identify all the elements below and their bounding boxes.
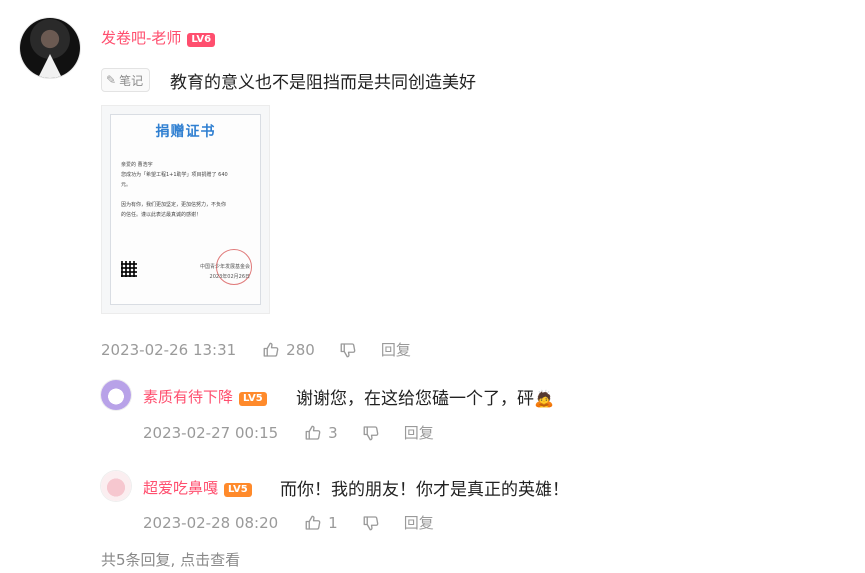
like-count: 3: [328, 423, 338, 442]
reply-time: 2023-02-28 08:20: [143, 513, 279, 532]
reply-author[interactable]: 素质有待下降 LV5: [143, 386, 267, 407]
reply-text: 谢谢您，在这给您磕一个了，砰🙇: [296, 384, 554, 409]
certificate-date: 2023年02月26日: [209, 274, 250, 280]
thumbs-down-icon[interactable]: [362, 514, 380, 532]
certificate-line: 亲爱的 曹浩宇: [121, 162, 153, 168]
avatar[interactable]: [101, 471, 131, 501]
thumbs-up-icon: [304, 514, 322, 532]
comment-text: 教育的意义也不是阻挡而是共同创造美好: [170, 73, 476, 93]
reply-time: 2023-02-27 00:15: [143, 423, 279, 442]
like-button[interactable]: 3: [304, 424, 338, 442]
reply-meta: 2023-02-27 00:15 3 回复: [143, 422, 434, 443]
like-button[interactable]: 1: [304, 514, 338, 532]
reply-button[interactable]: 回复: [404, 512, 434, 533]
comment-meta: 2023-02-26 13:31 280 回复: [101, 339, 411, 360]
author-name[interactable]: 超爱吃鼻嘎: [143, 479, 218, 497]
qr-code-icon: [121, 261, 137, 277]
avatar[interactable]: [20, 18, 80, 78]
certificate-line: 的信任。谨以此表达最真诚的感谢！: [121, 212, 202, 218]
thumbs-up-icon: [262, 341, 280, 359]
certificate-frame: 捐赠证书 亲爱的 曹浩宇 您成功为「希望工程1+1助学」项目捐赠了 640 元。…: [110, 114, 261, 305]
thumbs-down-icon[interactable]: [339, 341, 357, 359]
certificate-title: 捐赠证书: [155, 124, 216, 140]
comment-thread: 发卷吧-老师 LV6 ✎ 笔记 教育的意义也不是阻挡而是共同创造美好 捐赠证书 亲…: [0, 0, 865, 573]
reply-text-content: 谢谢您，在这给您磕一个了，砰: [296, 389, 534, 409]
avatar[interactable]: [101, 380, 131, 410]
thumbs-up-icon: [304, 424, 322, 442]
level-badge: LV5: [239, 392, 267, 406]
reply-button[interactable]: 回复: [404, 422, 434, 443]
thumbs-down-icon[interactable]: [362, 424, 380, 442]
note-icon: ✎: [106, 73, 117, 87]
comment-image-certificate[interactable]: 捐赠证书 亲爱的 曹浩宇 您成功为「希望工程1+1助学」项目捐赠了 640 元。…: [101, 105, 270, 314]
reply-button[interactable]: 回复: [381, 339, 411, 360]
reply-meta: 2023-02-28 08:20 1 回复: [143, 512, 434, 533]
certificate-line: 因为有你，我们更加坚定，更加信努力，不负你: [121, 202, 227, 208]
view-more-replies-link[interactable]: 共5条回复, 点击查看: [101, 549, 240, 570]
note-tag[interactable]: ✎ 笔记: [101, 68, 151, 92]
certificate-line: 元。: [121, 182, 132, 188]
level-badge: LV5: [224, 483, 252, 497]
like-count: 1: [328, 513, 338, 532]
comment-author[interactable]: 发卷吧-老师 LV6: [101, 27, 216, 48]
author-name[interactable]: 素质有待下降: [143, 388, 233, 406]
like-count: 280: [286, 340, 315, 359]
level-badge: LV6: [187, 33, 216, 47]
reply-text: 而你！我的朋友！你才是真正的英雄！: [280, 480, 569, 500]
certificate-org: 中国青少年发展基金会: [199, 264, 250, 270]
bow-emoji-icon: 🙇: [534, 389, 554, 408]
author-name[interactable]: 发卷吧-老师: [101, 29, 181, 47]
certificate-line: 您成功为「希望工程1+1助学」项目捐赠了 640: [121, 172, 228, 178]
like-button[interactable]: 280: [262, 341, 315, 359]
reply-author[interactable]: 超爱吃鼻嘎 LV5: [143, 477, 252, 498]
comment-time: 2023-02-26 13:31: [101, 340, 237, 359]
note-tag-label: 笔记: [119, 73, 144, 88]
avatar-shirt: [38, 54, 62, 78]
